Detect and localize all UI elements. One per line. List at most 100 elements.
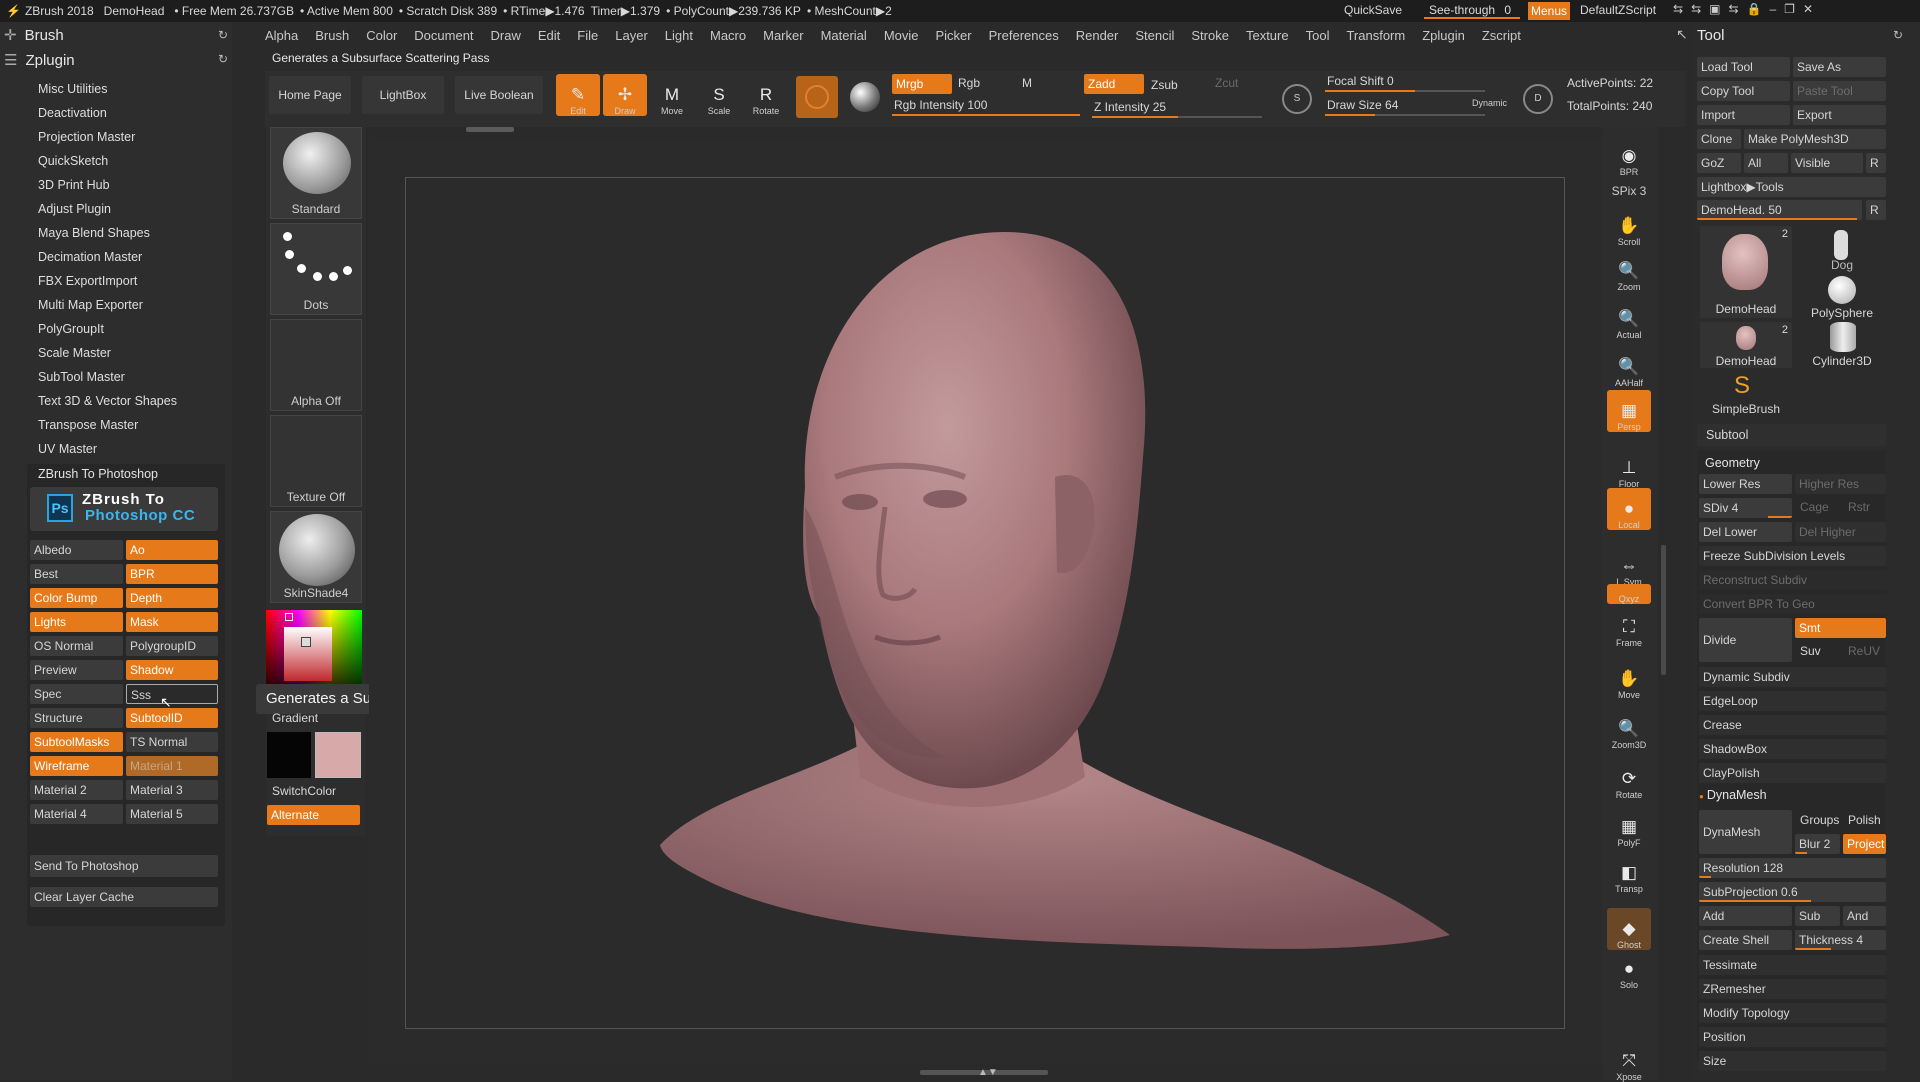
tool-item-cylinder3d[interactable]: Cylinder3D — [1796, 322, 1888, 368]
shelf-ghost[interactable]: ◆ Ghost — [1607, 908, 1651, 950]
menu-zscript[interactable]: Zscript — [1482, 28, 1521, 43]
crease-section[interactable]: Crease — [1699, 715, 1886, 735]
visible-button[interactable]: Visible — [1791, 153, 1863, 173]
pass-toggle-wireframe[interactable]: Wireframe — [30, 756, 123, 776]
rotate-mode-button[interactable]: R Rotate — [744, 74, 788, 117]
menu-tool[interactable]: Tool — [1306, 28, 1330, 43]
menus-toggle[interactable]: Menus — [1528, 2, 1571, 20]
tool-item-polysphere[interactable]: PolySphere — [1796, 274, 1888, 320]
shelf-transp[interactable]: ◧ Transp — [1607, 852, 1651, 895]
thickness-slider[interactable]: Thickness 4 — [1795, 930, 1886, 950]
menu-layer[interactable]: Layer — [615, 28, 648, 43]
subtool-header[interactable]: Subtool — [1697, 424, 1886, 446]
plugin-item[interactable]: Deactivation — [38, 106, 107, 120]
del-higher-button[interactable]: Del Higher — [1795, 522, 1886, 542]
tool-drag-icon[interactable]: ↖ — [1676, 26, 1688, 43]
plugin-item[interactable]: FBX ExportImport — [38, 274, 137, 288]
shelf-zoom3d[interactable]: 🔍 Zoom3D — [1607, 708, 1651, 751]
menu-transform[interactable]: Transform — [1346, 28, 1405, 43]
menu-draw[interactable]: Draw — [491, 28, 521, 43]
menu-brush[interactable]: Brush — [315, 28, 349, 43]
shelf-l-sym[interactable]: ⇔ L.Sym — [1607, 545, 1651, 588]
lightbox-button[interactable]: LightBox — [362, 76, 444, 114]
move-mode-button[interactable]: M Move — [650, 74, 694, 117]
shelf-scroll[interactable]: ✋ Scroll — [1607, 205, 1651, 248]
texture-thumbnail[interactable]: Texture Off — [270, 415, 362, 507]
lazy-s-icon[interactable]: S — [1282, 84, 1312, 114]
lower-res-button[interactable]: Lower Res — [1699, 474, 1792, 494]
plugin-item[interactable]: 3D Print Hub — [38, 178, 110, 192]
cage-button[interactable]: Cage — [1800, 500, 1829, 514]
plugin-item[interactable]: Adjust Plugin — [38, 202, 111, 216]
close-icon[interactable]: ✕ — [1803, 2, 1821, 16]
pass-toggle-best[interactable]: Best — [30, 564, 123, 584]
tool-item-demohead-2[interactable]: 2 DemoHead — [1700, 322, 1792, 368]
color-marker[interactable] — [301, 637, 311, 647]
pass-toggle-material-4[interactable]: Material 4 — [30, 804, 123, 824]
plugin-item[interactable]: Text 3D & Vector Shapes — [38, 394, 177, 408]
project-toggle[interactable]: Project — [1843, 834, 1886, 854]
menu-file[interactable]: File — [577, 28, 598, 43]
pass-toggle-preview[interactable]: Preview — [30, 660, 123, 680]
alternate-toggle[interactable]: Alternate — [267, 805, 360, 825]
plugin-item[interactable]: Projection Master — [38, 130, 135, 144]
pass-toggle-depth[interactable]: Depth — [126, 588, 218, 608]
groups-toggle[interactable]: Groups — [1800, 813, 1839, 827]
z-intensity-slider[interactable] — [1092, 116, 1262, 118]
switch-color-button[interactable]: SwitchColor — [272, 784, 336, 798]
del-lower-button[interactable]: Del Lower — [1699, 522, 1792, 542]
plugin-item[interactable]: Multi Map Exporter — [38, 298, 143, 312]
quicksave-button[interactable]: QuickSave — [1344, 3, 1402, 17]
shelf-aahalf[interactable]: 🔍 AAHalf — [1607, 346, 1651, 389]
menu-material[interactable]: Material — [821, 28, 867, 43]
menu-stencil[interactable]: Stencil — [1135, 28, 1174, 43]
shelf-rotate[interactable]: ⟳ Rotate — [1607, 758, 1651, 801]
plugin-item[interactable]: Transpose Master — [38, 418, 138, 432]
tessimate-section[interactable]: Tessimate — [1699, 955, 1886, 975]
plugin-item[interactable]: Decimation Master — [38, 250, 142, 264]
menu-macro[interactable]: Macro — [710, 28, 746, 43]
size-section[interactable]: Size — [1699, 1051, 1886, 1071]
pass-toggle-material-3[interactable]: Material 3 — [126, 780, 218, 800]
canvas-scrollbar-top[interactable] — [466, 127, 514, 132]
zcut-toggle[interactable]: Zcut — [1215, 76, 1238, 90]
goz-button[interactable]: GoZ — [1697, 153, 1741, 173]
m-toggle[interactable]: M — [1022, 76, 1032, 90]
secondary-color-swatch[interactable] — [267, 732, 311, 778]
tool-palette-title[interactable]: Tool — [1697, 27, 1725, 44]
menu-edit[interactable]: Edit — [538, 28, 560, 43]
home-page-button[interactable]: Home Page — [269, 76, 351, 114]
pass-toggle-subtoolid[interactable]: SubtoolID — [126, 708, 218, 728]
divide-button[interactable]: Divide — [1699, 618, 1792, 662]
save-as-button[interactable]: Save As — [1793, 57, 1886, 77]
refresh-icon[interactable]: ↻ — [218, 28, 228, 42]
sdiv-slider[interactable]: SDiv 4 — [1699, 498, 1792, 518]
shelf-bpr[interactable]: ◉ BPR — [1607, 135, 1651, 178]
polish-toggle[interactable]: Polish — [1848, 813, 1881, 827]
hue-marker[interactable] — [285, 613, 293, 621]
menu-movie[interactable]: Movie — [884, 28, 919, 43]
focal-shift-slider[interactable] — [1325, 90, 1485, 92]
plugin-item[interactable]: SubTool Master — [38, 370, 125, 384]
rgb-intensity-slider[interactable] — [892, 114, 1080, 116]
edgeloop-section[interactable]: EdgeLoop — [1699, 691, 1886, 711]
plugin-item[interactable]: Scale Master — [38, 346, 111, 360]
position-section[interactable]: Position — [1699, 1027, 1886, 1047]
convert-bpr-button[interactable]: Convert BPR To Geo — [1699, 594, 1886, 614]
brush-thumbnail[interactable]: Standard — [270, 127, 362, 219]
shelf-solo[interactable]: ● Solo — [1607, 948, 1651, 991]
draw-size-slider[interactable] — [1325, 114, 1485, 116]
rgb-toggle[interactable]: Rgb — [958, 76, 980, 90]
live-boolean-button[interactable]: Live Boolean — [455, 76, 543, 114]
and-button[interactable]: And — [1843, 906, 1886, 926]
clone-button[interactable]: Clone — [1697, 129, 1741, 149]
tool-item-dog[interactable]: Dog — [1796, 226, 1888, 272]
pass-toggle-os-normal[interactable]: OS Normal — [30, 636, 123, 656]
default-zscript-button[interactable]: DefaultZScript — [1580, 3, 1656, 17]
tool-item-demohead-1[interactable]: 2 DemoHead — [1700, 226, 1792, 318]
dynamesh-button[interactable]: DynaMesh — [1699, 810, 1792, 854]
pass-toggle-material-2[interactable]: Material 2 — [30, 780, 123, 800]
refresh-icon[interactable]: ↻ — [1893, 28, 1903, 42]
plugin-item[interactable]: UV Master — [38, 442, 97, 456]
clear-layer-cache-button[interactable]: Clear Layer Cache — [30, 887, 218, 907]
